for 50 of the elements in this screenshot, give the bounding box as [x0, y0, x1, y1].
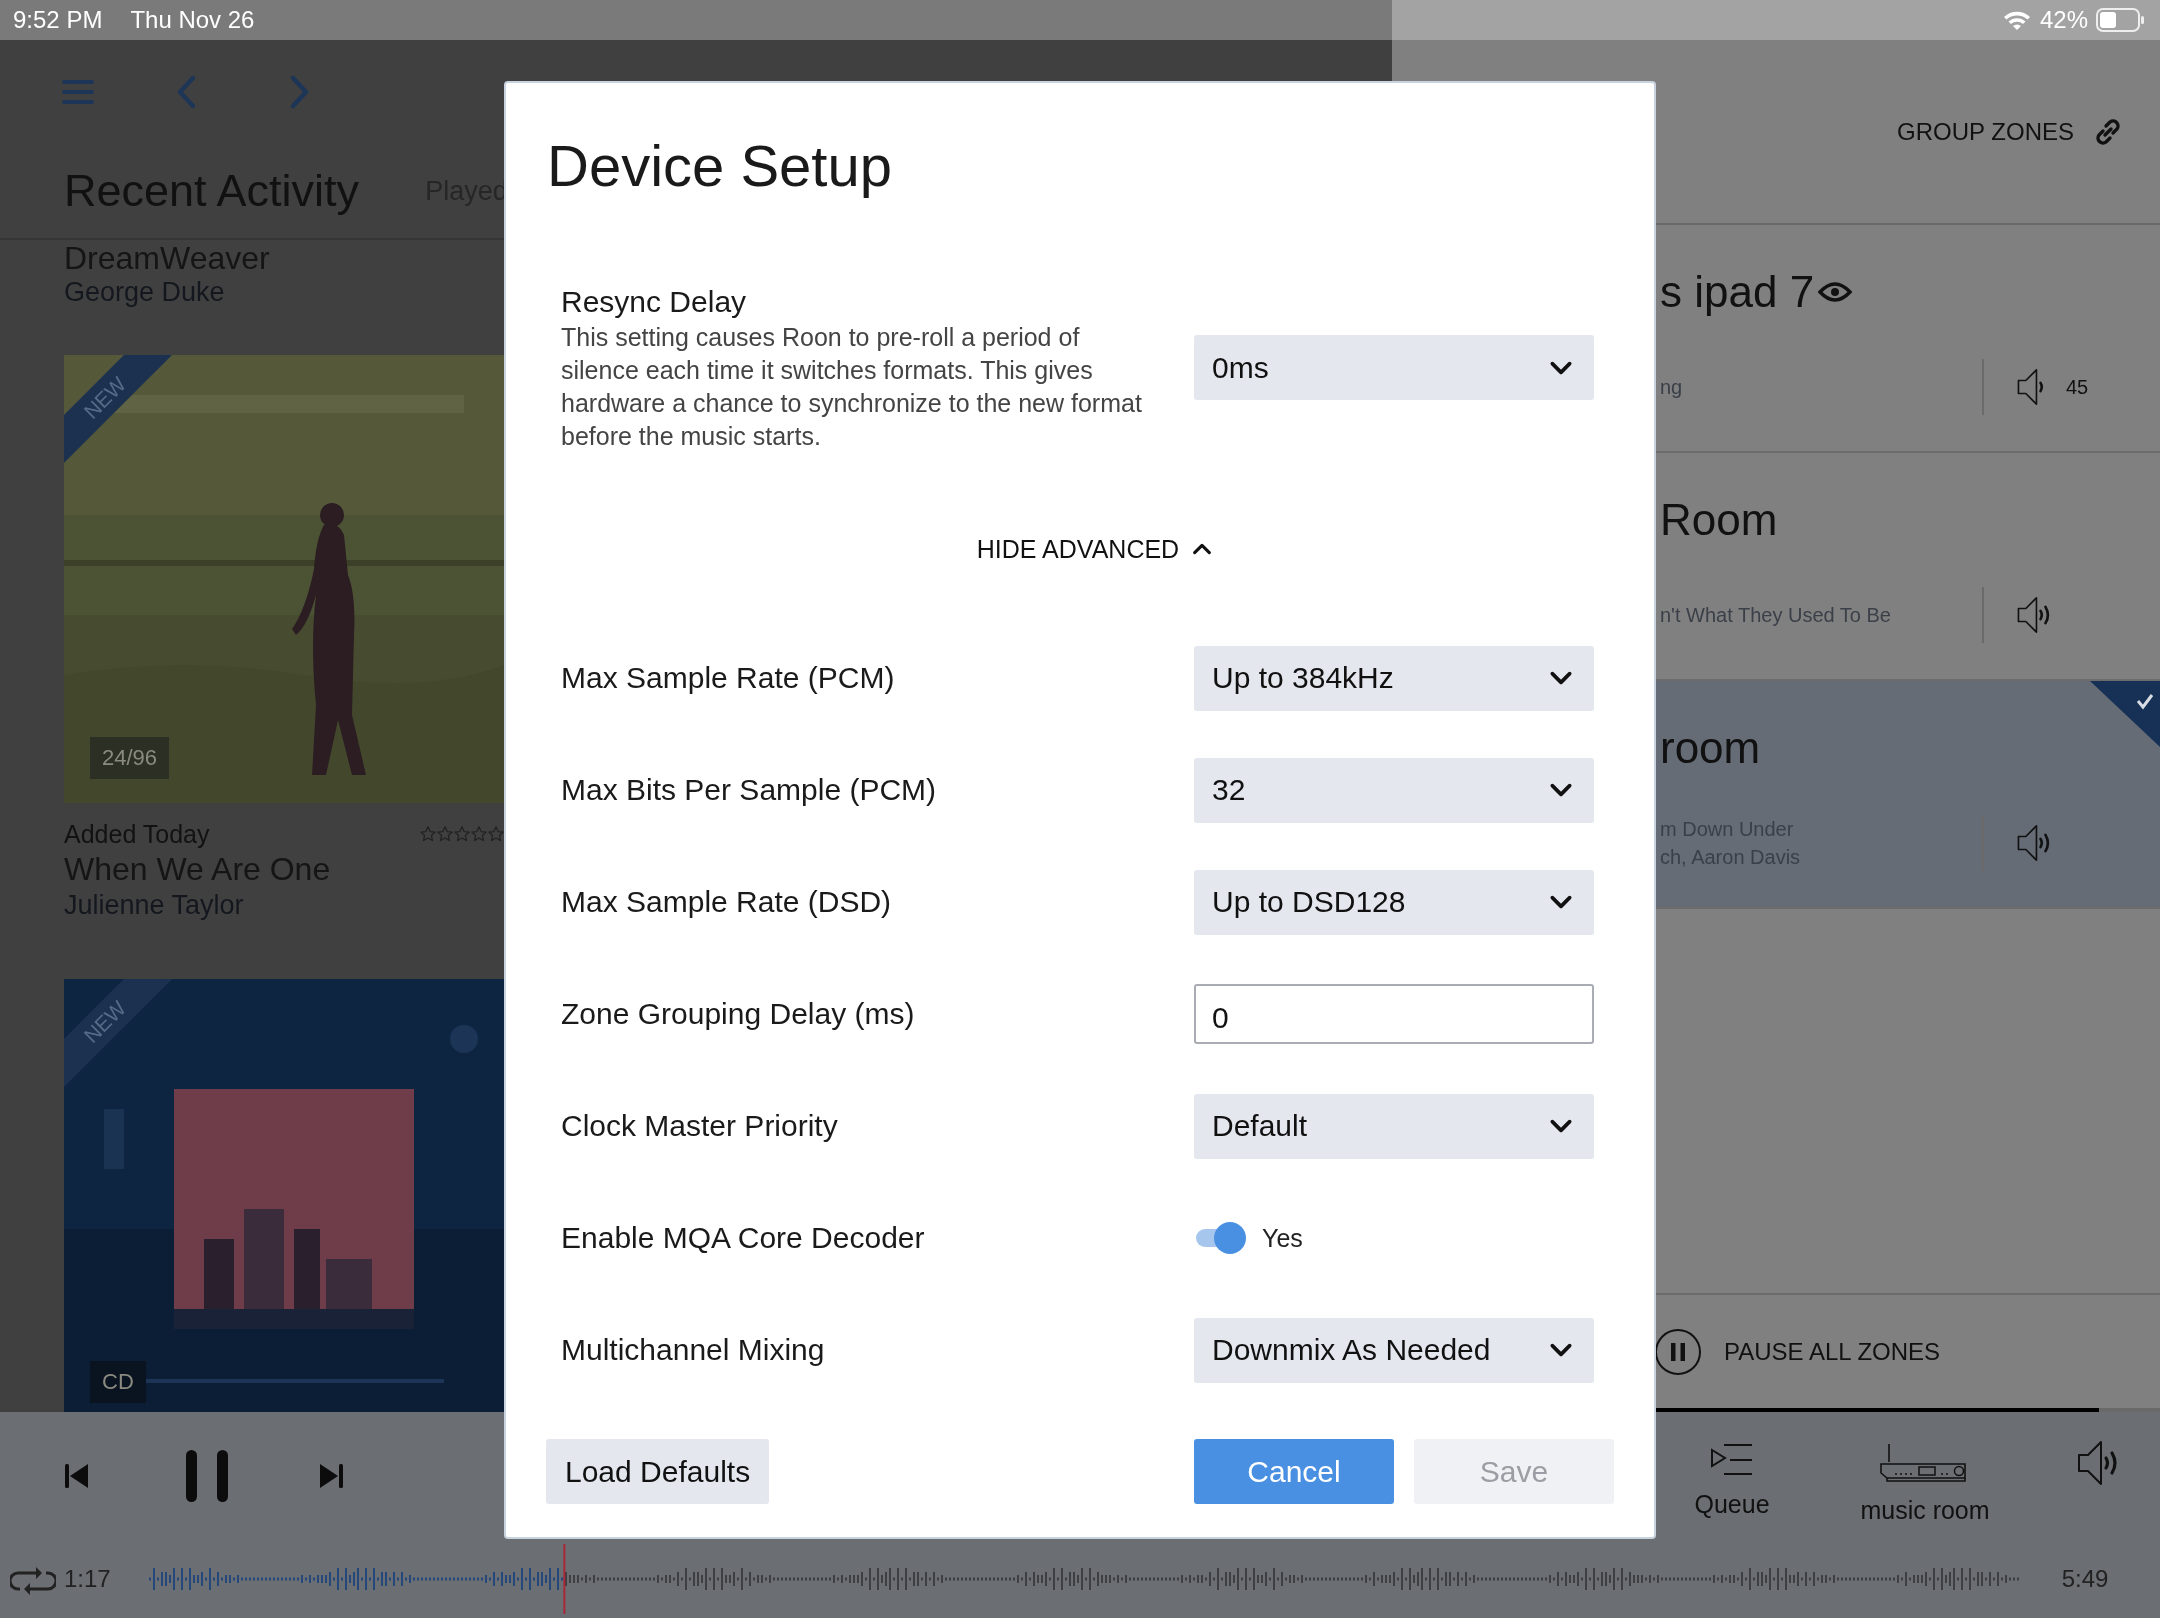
dropdown[interactable]: Downmix As Needed	[1194, 1317, 1594, 1383]
setting-label: Max Sample Rate (PCM)	[561, 660, 896, 696]
status-date: Thu Nov 26	[130, 6, 255, 34]
dropdown[interactable]: Up to 384kHz	[1194, 645, 1594, 711]
pause-icon[interactable]	[1654, 1327, 1702, 1376]
volume-level: 45	[2066, 375, 2089, 399]
setting-label: Max Sample Rate (DSD)	[561, 884, 893, 920]
setting-label: Resync Delay	[561, 284, 748, 320]
elapsed-time: 1:17	[64, 1565, 111, 1593]
setting-label: Max Bits Per Sample (PCM)	[561, 772, 938, 808]
zone-button[interactable]: music room	[1830, 1441, 2020, 1525]
group-zones-button[interactable]: GROUP ZONES	[1897, 117, 2074, 146]
input-field[interactable]: 0	[1194, 984, 1594, 1044]
advanced-toggle[interactable]: HIDE ADVANCED	[976, 531, 1214, 567]
star-icon	[454, 826, 470, 842]
dialog-button[interactable]: Load Defaults	[546, 1439, 770, 1504]
setting-label: Clock Master Priority	[561, 1108, 839, 1144]
setting-description: This setting causes Roon to pre-roll a period of silence each time it switches formats. This gives hardware a chance to synchronize to the new format before the music starts.	[561, 322, 1143, 452]
battery-icon	[2096, 8, 2146, 32]
format-badge: CD	[90, 1361, 146, 1403]
star-icon	[420, 826, 436, 842]
star-rating[interactable]	[420, 826, 504, 842]
status-time: 9:52 PM	[13, 6, 103, 34]
zone-name: Room	[1660, 494, 1778, 546]
seek-bar[interactable]	[148, 1544, 2020, 1614]
dialog-title: Device Setup	[547, 132, 893, 200]
zone-name: room	[1660, 722, 1761, 774]
dropdown[interactable]: 32	[1194, 757, 1594, 823]
dropdown[interactable]: Up to DSD128	[1194, 869, 1594, 935]
star-icon	[488, 826, 504, 842]
setting-label: Multichannel Mixing	[561, 1332, 826, 1368]
now-playing-text: ng	[1660, 375, 1684, 400]
setting-label: Enable MQA Core Decoder	[561, 1220, 926, 1256]
dropdown[interactable]: 0ms	[1194, 335, 1594, 400]
dialog-button[interactable]: Cancel	[1194, 1439, 1394, 1504]
queue-button[interactable]: Queue	[1662, 1441, 1802, 1519]
star-icon	[471, 826, 487, 842]
queue-icon	[1710, 1441, 1754, 1478]
dropdown[interactable]: Default	[1194, 1093, 1594, 1159]
zone-name: s ipad 7	[1660, 266, 1815, 318]
toggle-switch[interactable]	[1194, 1222, 1246, 1254]
battery-percent: 42%	[2039, 6, 2088, 34]
setting-label: Zone Grouping Delay (ms)	[561, 996, 916, 1032]
format-badge: 24/96	[90, 737, 170, 779]
selected-check-icon	[2090, 681, 2160, 747]
toggle-label: Yes	[1262, 1223, 1303, 1253]
pause-all-button[interactable]: PAUSE ALL ZONES	[1724, 1337, 1941, 1366]
now-playing-text: n't What They Used To Be	[1660, 603, 1892, 628]
star-icon	[437, 826, 453, 842]
track-duration: 5:49	[2061, 1565, 2109, 1593]
